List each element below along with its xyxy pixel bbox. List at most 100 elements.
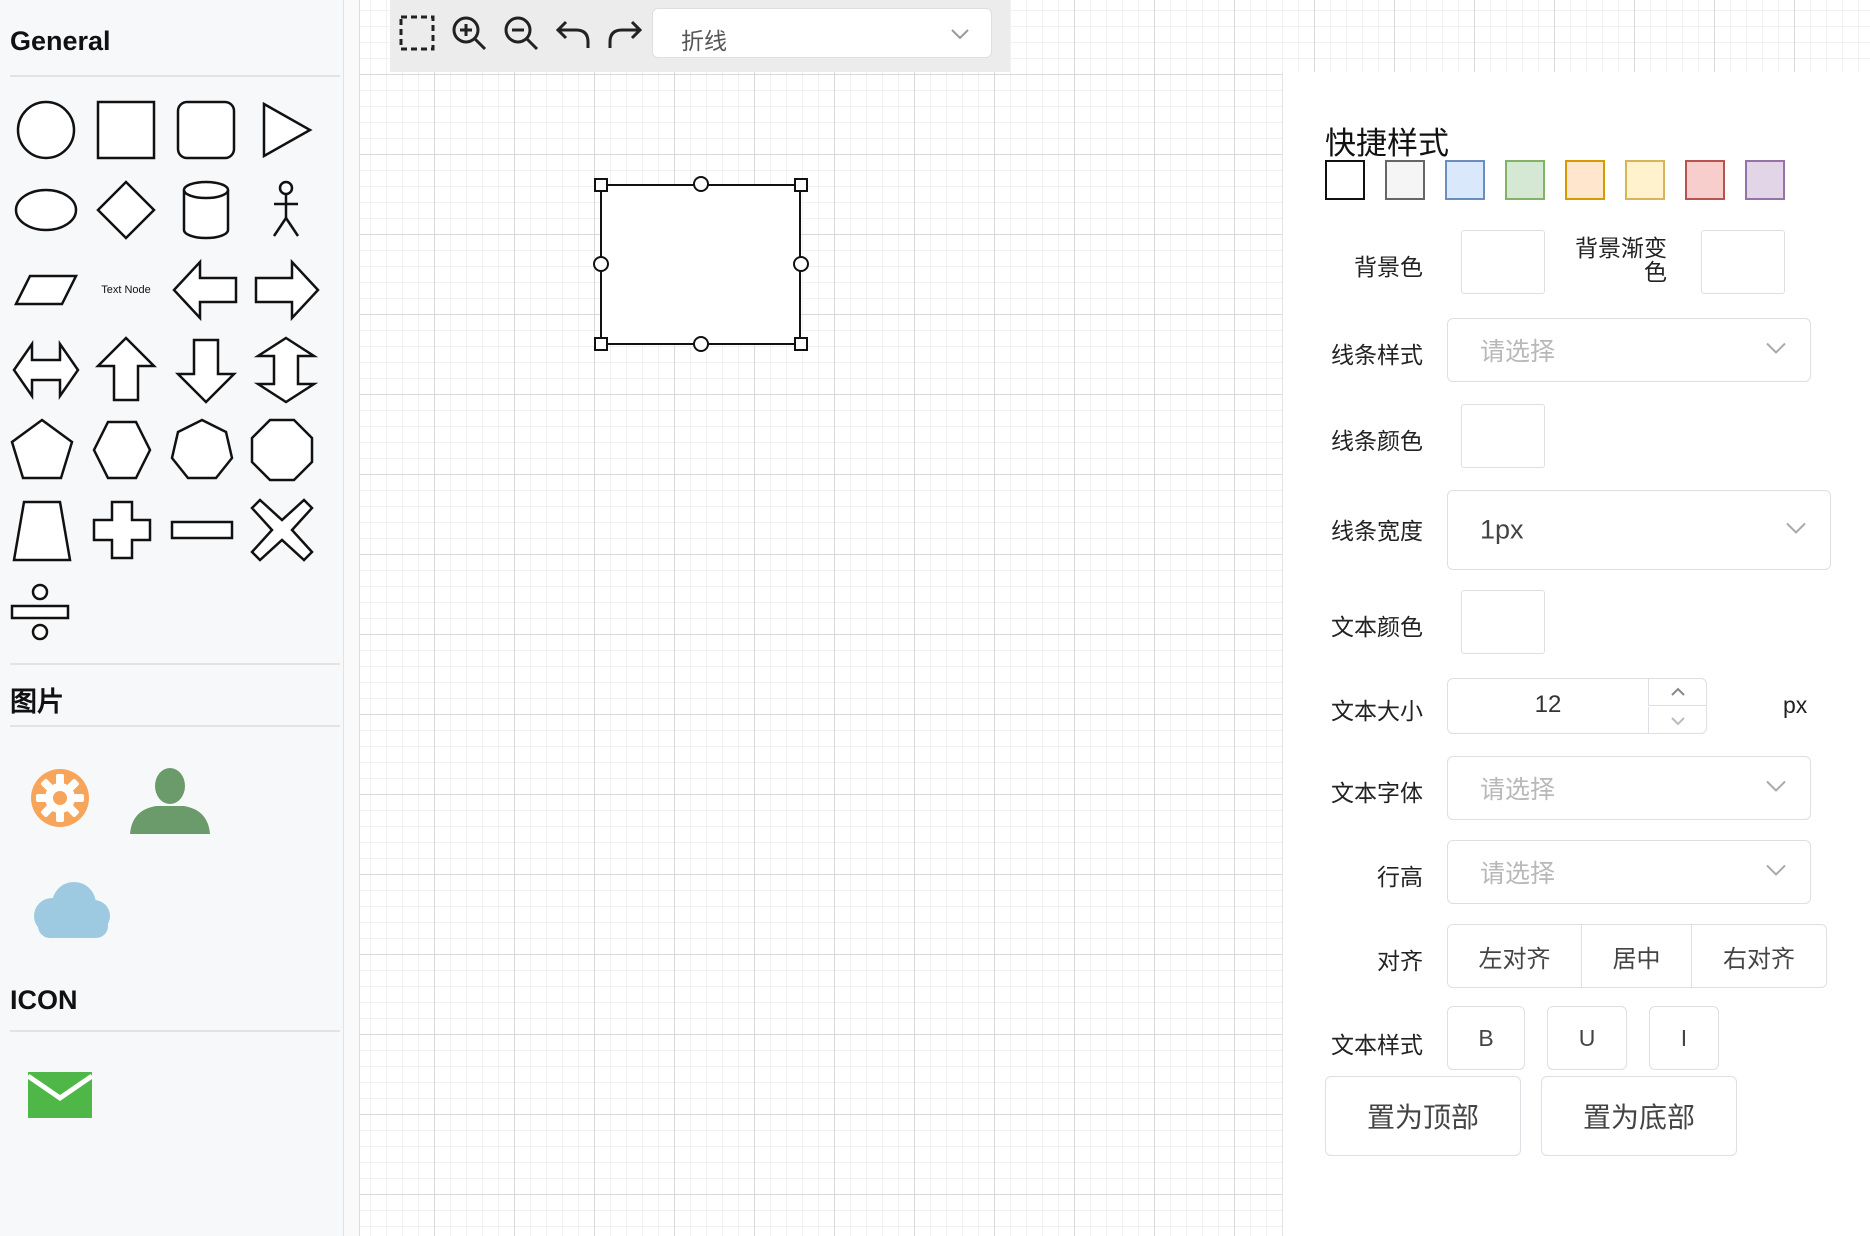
octagon-shape[interactable] — [246, 414, 318, 486]
font-size-unit: px — [1783, 692, 1808, 718]
section-title-images: 图片 — [10, 687, 64, 717]
bg-color-picker[interactable] — [1461, 230, 1545, 294]
user-icon[interactable] — [126, 764, 214, 834]
line-height-label: 行高 — [1377, 864, 1423, 890]
resize-handle-bottom-left[interactable] — [594, 337, 608, 351]
send-to-bottom-button[interactable]: 置为底部 — [1541, 1076, 1737, 1156]
quick-style-swatch[interactable] — [1625, 160, 1665, 200]
anchor-point-top[interactable] — [693, 176, 709, 192]
arrow-left-shape[interactable] — [170, 254, 242, 326]
bold-button[interactable]: B — [1447, 1006, 1525, 1070]
selected-rectangle-node[interactable] — [600, 184, 801, 345]
section-divider — [10, 725, 340, 727]
edge-type-select[interactable]: 折线 — [652, 8, 992, 58]
line-style-label: 线条样式 — [1331, 342, 1423, 368]
resize-handle-bottom-right[interactable] — [794, 337, 808, 351]
anchor-point-right[interactable] — [793, 256, 809, 272]
sidebar-resizer[interactable] — [344, 0, 360, 1236]
align-right-button[interactable]: 右对齐 — [1692, 925, 1826, 987]
arrow-left-right-shape[interactable] — [10, 334, 82, 406]
line-width-value: 1px — [1480, 514, 1524, 545]
quick-style-swatch[interactable] — [1685, 160, 1725, 200]
quick-style-swatch[interactable] — [1385, 160, 1425, 200]
circle-shape[interactable] — [10, 94, 82, 166]
line-color-label: 线条颜色 — [1331, 428, 1423, 454]
resize-handle-top-left[interactable] — [594, 178, 608, 192]
text-font-select[interactable]: 请选择 — [1447, 756, 1811, 820]
times-shape[interactable] — [246, 494, 318, 566]
line-style-select[interactable]: 请选择 — [1447, 318, 1811, 382]
style-panel: 快捷样式 背景色 背景渐变色 线条样式 请选择 线条颜色 线条宽度 1px 文本… — [1282, 72, 1870, 1236]
hexagon-shape[interactable] — [86, 414, 158, 486]
align-left-button[interactable]: 左对齐 — [1448, 925, 1582, 987]
zoom-in-icon[interactable] — [448, 12, 490, 54]
trapezoid-shape[interactable] — [6, 494, 78, 566]
pentagon-shape[interactable] — [6, 414, 78, 486]
line-height-placeholder: 请选择 — [1480, 860, 1556, 888]
text-size-label: 文本大小 — [1331, 698, 1423, 724]
toolbar: 折线 — [390, 0, 1010, 72]
bring-to-top-button[interactable]: 置为顶部 — [1325, 1076, 1521, 1156]
selection-icon[interactable] — [396, 12, 438, 54]
ellipse-shape[interactable] — [10, 174, 82, 246]
arrow-down-shape[interactable] — [170, 334, 242, 406]
quick-style-swatch[interactable] — [1565, 160, 1605, 200]
bg-gradient-picker[interactable] — [1701, 230, 1785, 294]
chevron-down-icon — [1784, 516, 1808, 545]
italic-button[interactable]: I — [1649, 1006, 1719, 1070]
arrow-up-down-shape[interactable] — [250, 334, 322, 406]
section-title-general: General — [10, 26, 111, 56]
undo-icon[interactable] — [552, 12, 594, 54]
cloud-icon[interactable] — [28, 876, 114, 940]
anchor-point-bottom[interactable] — [693, 336, 709, 352]
cylinder-shape[interactable] — [170, 174, 242, 246]
section-divider — [10, 1030, 340, 1032]
anchor-point-left[interactable] — [593, 256, 609, 272]
line-style-placeholder: 请选择 — [1480, 338, 1556, 366]
envelope-icon[interactable] — [26, 1072, 94, 1118]
chevron-down-icon — [1764, 858, 1788, 887]
text-font-label: 文本字体 — [1331, 780, 1423, 806]
align-button-group: 左对齐 居中 右对齐 — [1447, 924, 1827, 988]
line-height-select[interactable]: 请选择 — [1447, 840, 1811, 904]
rectangle-shape[interactable] — [90, 94, 162, 166]
quick-style-swatch[interactable] — [1325, 160, 1365, 200]
edge-type-value: 折线 — [681, 28, 727, 54]
gear-icon[interactable] — [28, 766, 92, 830]
line-width-select[interactable]: 1px — [1447, 490, 1831, 570]
triangle-shape[interactable] — [250, 94, 322, 166]
arrow-right-shape[interactable] — [250, 254, 322, 326]
zoom-out-icon[interactable] — [500, 12, 542, 54]
arrow-up-shape[interactable] — [90, 334, 162, 406]
text-node-shape[interactable]: Text Node — [90, 254, 162, 326]
section-divider — [10, 75, 340, 77]
bg-gradient-label: 背景渐变色 — [1575, 235, 1667, 285]
quick-style-swatch[interactable] — [1445, 160, 1485, 200]
flow-editor: General Text Node 图片 ICON 折线 快捷样式 背景色 背景… — [0, 0, 1870, 1236]
resize-handle-top-right[interactable] — [794, 178, 808, 192]
rhombus-shape[interactable] — [90, 174, 162, 246]
align-center-button[interactable]: 居中 — [1582, 925, 1692, 987]
minus-shape[interactable] — [166, 494, 238, 566]
text-color-label: 文本颜色 — [1331, 614, 1423, 640]
cross-shape[interactable] — [86, 494, 158, 566]
align-label: 对齐 — [1377, 948, 1423, 974]
text-font-placeholder: 请选择 — [1480, 776, 1556, 804]
font-size-value: 12 — [1534, 691, 1562, 718]
increment-icon[interactable] — [1648, 679, 1706, 706]
redo-icon[interactable] — [604, 12, 646, 54]
underline-button[interactable]: U — [1547, 1006, 1627, 1070]
rounded-rectangle-shape[interactable] — [170, 94, 242, 166]
font-size-stepper[interactable]: 12 — [1447, 678, 1707, 734]
quick-style-swatch[interactable] — [1505, 160, 1545, 200]
divide-shape[interactable] — [4, 576, 76, 648]
parallelogram-shape[interactable] — [10, 254, 82, 326]
text-color-picker[interactable] — [1461, 590, 1545, 654]
section-divider — [10, 663, 340, 665]
quick-style-swatch[interactable] — [1745, 160, 1785, 200]
actor-shape[interactable] — [250, 174, 322, 246]
heptagon-shape[interactable] — [166, 414, 238, 486]
decrement-icon[interactable] — [1648, 707, 1706, 734]
chevron-down-icon — [1764, 774, 1788, 803]
line-color-picker[interactable] — [1461, 404, 1545, 468]
